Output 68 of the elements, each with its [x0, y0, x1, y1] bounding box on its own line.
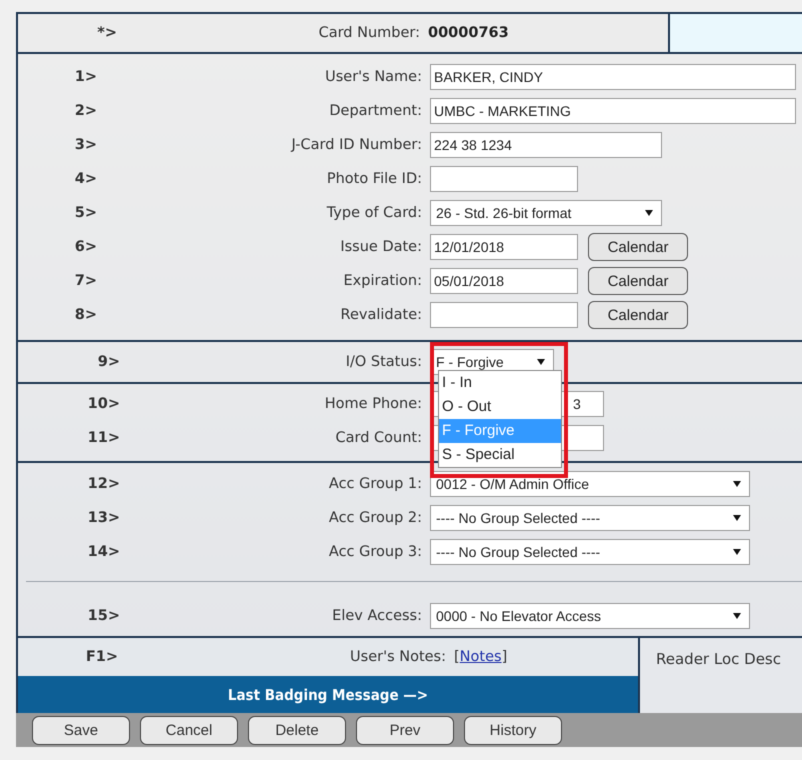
action-button[interactable]: Prev [356, 716, 454, 744]
caret-icon [733, 549, 741, 555]
card-number: 00000763 [428, 25, 510, 41]
dropdown[interactable]: 0012 - O/M Admin Office [430, 471, 750, 497]
caret-icon [733, 481, 741, 487]
calendar-button[interactable]: Calendar [588, 267, 688, 295]
row-marker: *> [96, 25, 117, 41]
row-number: 14> [86, 544, 120, 560]
field-label: Department: [328, 103, 423, 119]
field-label: Issue Date: [339, 239, 423, 255]
message-label: Last Badging Message —> [228, 686, 428, 704]
dropdown-option[interactable]: O - Out [439, 395, 561, 419]
action-button[interactable]: Delete [248, 716, 346, 744]
row-number: 2> [74, 103, 97, 119]
dropdown-option[interactable]: S - Special [439, 443, 561, 467]
action-button[interactable]: History [464, 716, 562, 744]
field-label: Photo File ID: [326, 171, 423, 187]
date-field[interactable] [430, 302, 578, 328]
text-field[interactable]: BARKER, CINDY [430, 64, 796, 90]
row-number: 13> [86, 510, 120, 526]
field-label: Card Number: [318, 25, 421, 41]
field-label: Elev Access: [331, 608, 423, 624]
field-label: Card Count: [334, 430, 423, 446]
field-label: User's Name: [324, 69, 423, 85]
row-number: 5> [74, 205, 97, 221]
dropdown[interactable]: 0000 - No Elevator Access [430, 603, 750, 629]
field-label: Acc Group 1: [328, 476, 423, 492]
field-label: Home Phone: [324, 396, 423, 412]
field-label: Revalidate: [340, 307, 423, 323]
calendar-button[interactable]: Calendar [588, 233, 688, 261]
row-number: 12> [86, 476, 120, 492]
row-number: 4> [74, 171, 97, 187]
date-field[interactable]: 12/01/2018 [430, 234, 578, 260]
row-number: 15> [86, 608, 120, 624]
dropdown[interactable]: ---- No Group Selected ---- [430, 539, 750, 565]
text-field[interactable]: 224 38 1234 [430, 132, 662, 158]
notes-link[interactable]: Notes [460, 649, 502, 665]
calendar-button[interactable]: Calendar [588, 301, 688, 329]
date-field[interactable]: 05/01/2018 [430, 268, 578, 294]
text-field[interactable]: UMBC - MARKETING [430, 98, 796, 124]
row-number: 7> [74, 273, 97, 289]
dropdown[interactable]: 26 - Std. 26-bit format [430, 200, 662, 226]
row-number: 8> [74, 307, 97, 323]
field-label: I/O Status: [344, 354, 423, 370]
row-number: 1> [74, 69, 97, 85]
caret-icon [733, 515, 741, 521]
row-number: 6> [74, 239, 97, 255]
field-label: User's Notes: [349, 649, 447, 665]
bracket: ] [502, 649, 508, 665]
row-number: 10> [86, 396, 120, 412]
text-field[interactable] [430, 166, 578, 192]
field-label: Expiration: [342, 273, 423, 289]
dropdown[interactable]: ---- No Group Selected ---- [430, 505, 750, 531]
field-label: Acc Group 2: [328, 510, 423, 526]
action-button[interactable]: Save [32, 716, 130, 744]
field-label: Type of Card: [326, 205, 423, 221]
caret-icon [645, 210, 653, 216]
action-button[interactable]: Cancel [140, 716, 238, 744]
field-label: J-Card ID Number: [290, 137, 423, 153]
row-number: 3> [74, 137, 97, 153]
row-number: 9> [96, 354, 120, 370]
reader-label: Reader Loc Desc [656, 650, 781, 668]
field-label: Acc Group 3: [328, 544, 423, 560]
bracket: [ [454, 649, 460, 665]
row-number: F1> [84, 649, 118, 665]
caret-icon [733, 613, 741, 619]
caret-icon [537, 359, 545, 365]
row-number: 11> [86, 430, 120, 446]
